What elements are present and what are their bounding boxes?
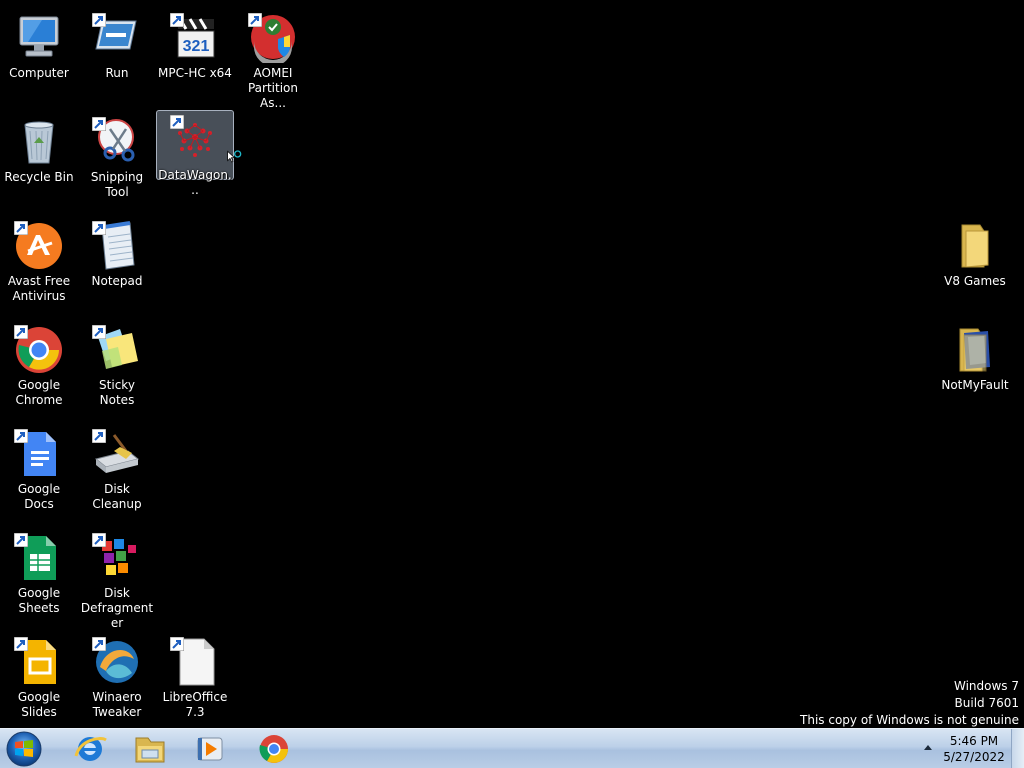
shortcut-arrow-icon <box>92 533 106 547</box>
desktop-icon-google-chrome[interactable]: Google Chrome <box>0 320 78 416</box>
desktop-icon-computer[interactable]: Computer <box>0 8 78 104</box>
watermark-genuine-notice: This copy of Windows is not genuine <box>800 713 1019 727</box>
desktop-icon-label: DataWagon... <box>158 168 232 197</box>
shortcut-arrow-icon <box>170 13 184 27</box>
desktop-icon-google-sheets[interactable]: Google Sheets <box>0 528 78 624</box>
desktop-icon-label: Snipping Tool <box>90 170 144 199</box>
taskbar-media-player-button[interactable] <box>182 730 238 767</box>
show-hidden-icons-button[interactable] <box>922 741 934 755</box>
desktop-icon-label: Winaero Tweaker <box>92 690 142 719</box>
desktop-icon-label: MPC-HC x64 <box>158 66 232 80</box>
folder-icon <box>959 328 990 372</box>
desktop-icon-v8-games[interactable]: V8 Games <box>936 216 1014 312</box>
desktop-icon-avast[interactable]: Avast Free Antivirus <box>0 216 78 312</box>
desktop-icon-label: AOMEI Partition As... <box>247 66 298 110</box>
desktop-icon-snipping-tool[interactable]: Snipping Tool <box>78 112 156 208</box>
shortcut-arrow-icon <box>92 221 106 235</box>
media-player-icon <box>197 737 223 761</box>
desktop-icon-label: Run <box>105 66 129 80</box>
taskbar-clock[interactable]: 5:46 PM 5/27/2022 <box>940 733 1008 765</box>
shortcut-arrow-icon <box>248 13 262 27</box>
desktop-icon-label: Disk Cleanup <box>92 482 142 511</box>
desktop-icon-libreoffice[interactable]: LibreOffice 7.3 <box>156 632 234 728</box>
chrome-icon <box>259 735 288 763</box>
desktop-icon-label: Google Docs <box>17 482 61 511</box>
taskbar: 5:46 PM 5/27/2022 <box>0 728 1024 768</box>
desktop-icon-notepad[interactable]: Notepad <box>78 216 156 312</box>
clock-date: 5/27/2022 <box>943 750 1005 764</box>
shortcut-arrow-icon <box>92 325 106 339</box>
desktop-icon-label: Disk Defragmenter <box>80 586 154 630</box>
desktop-icon-label: V8 Games <box>944 274 1006 288</box>
shortcut-arrow-icon <box>92 13 106 27</box>
shortcut-arrow-icon <box>170 637 184 651</box>
shortcut-arrow-icon <box>14 533 28 547</box>
watermark-build: Build 7601 <box>954 696 1019 710</box>
shortcut-arrow-icon <box>14 221 28 235</box>
desktop-icon-label: NotMyFault <box>941 378 1009 392</box>
desktop-icon-datawagon[interactable]: DataWagon... <box>156 110 234 197</box>
mouse-cursor-icon <box>227 150 242 163</box>
shortcut-arrow-icon <box>92 117 106 131</box>
desktop-icon-google-slides[interactable]: Google Slides <box>0 632 78 728</box>
desktop-icon-label: Avast Free Antivirus <box>7 274 71 303</box>
desktop-icon-winaero-tweaker[interactable]: Winaero Tweaker <box>78 632 156 728</box>
shortcut-arrow-icon <box>92 429 106 443</box>
desktop-icon-label: Notepad <box>91 274 143 288</box>
computer-icon <box>19 16 59 57</box>
desktop-icon-label: Google Chrome <box>15 378 63 407</box>
desktop-icon-notmyfault[interactable]: NotMyFault <box>936 320 1014 416</box>
desktop-icon-label: Computer <box>9 66 69 80</box>
desktop-icon-recycle-bin[interactable]: Recycle Bin <box>0 112 78 208</box>
desktop-icon-label: Sticky Notes <box>99 378 135 407</box>
windows-watermark: Windows 7 Build 7601 This copy of Window… <box>800 678 1019 729</box>
desktop[interactable]: Computer Recycle Bin Avast Free Antiviru… <box>0 0 1024 728</box>
chevron-up-icon <box>924 745 932 750</box>
shortcut-arrow-icon <box>14 325 28 339</box>
show-desktop-button[interactable] <box>1011 729 1024 768</box>
shortcut-arrow-icon <box>92 637 106 651</box>
clock-time: 5:46 PM <box>949 734 999 748</box>
taskbar-internet-explorer-button[interactable] <box>62 730 118 767</box>
desktop-icon-disk-cleanup[interactable]: Disk Cleanup <box>78 424 156 520</box>
taskbar-chrome-button[interactable] <box>246 730 302 767</box>
desktop-icon-label: Google Sheets <box>17 586 61 615</box>
start-button[interactable] <box>4 730 44 768</box>
desktop-icon-aomei[interactable]: AOMEI Partition As... <box>234 8 312 110</box>
internet-explorer-icon <box>74 737 107 761</box>
taskbar-windows-explorer-button[interactable] <box>122 730 178 767</box>
desktop-icon-label: LibreOffice 7.3 <box>162 690 228 719</box>
desktop-icon-mpc-hc[interactable]: 321 MPC-HC x64 <box>156 8 234 104</box>
desktop-icon-sticky-notes[interactable]: Sticky Notes <box>78 320 156 416</box>
shortcut-arrow-icon <box>170 115 184 129</box>
windows-explorer-icon <box>135 737 165 763</box>
folder-icon <box>961 224 989 268</box>
desktop-icon-disk-defragmenter[interactable]: Disk Defragmenter <box>78 528 156 630</box>
svg-text:321: 321 <box>183 38 210 55</box>
shortcut-arrow-icon <box>14 637 28 651</box>
shortcut-arrow-icon <box>14 429 28 443</box>
desktop-icon-label: Recycle Bin <box>4 170 74 184</box>
desktop-icon-run[interactable]: Run <box>78 8 156 104</box>
desktop-icon-label: Google Slides <box>17 690 61 719</box>
recycle-bin-icon <box>24 121 54 164</box>
watermark-os-name: Windows 7 <box>953 679 1019 693</box>
desktop-icon-google-docs[interactable]: Google Docs <box>0 424 78 520</box>
